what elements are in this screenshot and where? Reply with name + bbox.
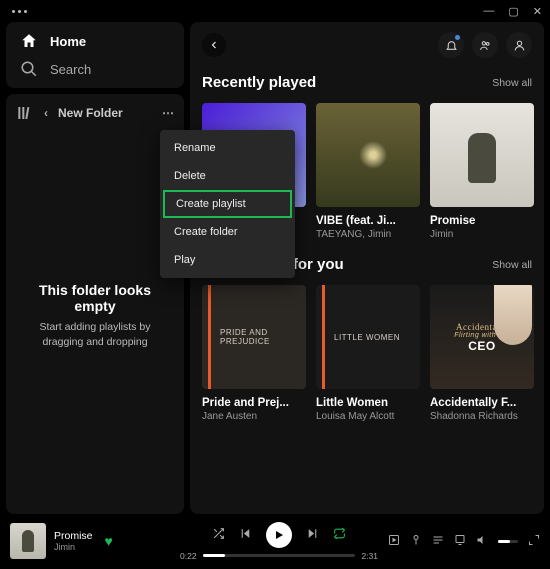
card-pride[interactable]: PRIDE AND PREJUDICE Pride and Prej... Ja… <box>202 285 306 422</box>
cover-littlewomen: LITTLE WOMEN <box>316 285 420 389</box>
like-button[interactable]: ♥ <box>105 533 113 549</box>
cover-ceo: Accidentally Flirting with the CEO <box>430 285 534 389</box>
empty-title: This folder looks empty <box>22 282 168 314</box>
friends-button[interactable] <box>472 32 498 58</box>
card-subtitle: Jane Austen <box>202 411 306 422</box>
player-bar: Promise Jimin ♥ 0:22 2:31 <box>0 514 550 568</box>
queue-button[interactable] <box>432 534 444 549</box>
shuffle-button[interactable] <box>212 527 225 543</box>
fullscreen-button[interactable] <box>528 534 540 549</box>
library-icon[interactable] <box>16 104 34 122</box>
notification-dot <box>455 35 460 40</box>
home-icon <box>20 32 38 50</box>
cover-pride: PRIDE AND PREJUDICE <box>202 285 306 389</box>
app-menu-dots[interactable] <box>8 10 27 13</box>
card-subtitle: TAEYANG, Jimin <box>316 229 420 240</box>
next-button[interactable] <box>306 527 319 543</box>
notifications-button[interactable] <box>438 32 464 58</box>
now-playing-cover[interactable] <box>10 523 46 559</box>
card-title: Accidentally F... <box>430 397 534 409</box>
card-littlewomen[interactable]: LITTLE WOMEN Little Women Louisa May Alc… <box>316 285 420 422</box>
card-title: Promise <box>430 215 534 227</box>
now-playing-view-button[interactable] <box>388 534 400 549</box>
ctx-create-playlist[interactable]: Create playlist <box>163 190 292 218</box>
card-vibe[interactable]: VIBE (feat. Ji... TAEYANG, Jimin <box>316 103 420 240</box>
section-recent-title[interactable]: Recently played <box>202 74 316 91</box>
ctx-rename[interactable]: Rename <box>160 134 295 162</box>
card-ceo[interactable]: Accidentally Flirting with the CEO Accid… <box>430 285 534 422</box>
now-playing-artist[interactable]: Jimin <box>54 542 93 552</box>
card-title: VIBE (feat. Ji... <box>316 215 420 227</box>
minimize-button[interactable]: — <box>483 5 494 17</box>
folder-more-icon[interactable]: ⋯ <box>162 106 174 120</box>
context-menu: Rename Delete Create playlist Create fol… <box>160 130 295 278</box>
back-button[interactable] <box>202 33 226 57</box>
nav-search[interactable]: Search <box>20 60 170 78</box>
ctx-create-folder[interactable]: Create folder <box>160 218 295 246</box>
ctx-play[interactable]: Play <box>160 246 295 274</box>
progress-bar[interactable] <box>203 554 356 557</box>
time-elapsed: 0:22 <box>180 551 197 561</box>
nav-home-label: Home <box>50 34 86 49</box>
volume-bar[interactable] <box>498 540 518 543</box>
lyrics-button[interactable] <box>410 534 422 549</box>
card-subtitle: Louisa May Alcott <box>316 411 420 422</box>
close-button[interactable]: ✕ <box>533 5 542 18</box>
time-duration: 2:31 <box>361 551 378 561</box>
repeat-button[interactable] <box>333 527 346 543</box>
ctx-delete[interactable]: Delete <box>160 162 295 190</box>
profile-button[interactable] <box>506 32 532 58</box>
folder-back-icon[interactable]: ‹ <box>44 106 48 120</box>
search-icon <box>20 60 38 78</box>
nav-search-label: Search <box>50 62 91 77</box>
section-audiobooks-showall[interactable]: Show all <box>492 259 532 271</box>
now-playing-title[interactable]: Promise <box>54 530 93 542</box>
card-promise[interactable]: Promise Jimin <box>430 103 534 240</box>
card-title: Little Women <box>316 397 420 409</box>
cover-promise <box>430 103 534 207</box>
empty-subtitle: Start adding playlists by dragging and d… <box>22 320 168 349</box>
nav-home[interactable]: Home <box>20 32 170 50</box>
card-title: Pride and Prej... <box>202 397 306 409</box>
folder-title[interactable]: New Folder <box>58 106 123 120</box>
volume-button[interactable] <box>476 534 488 549</box>
cover-vibe <box>316 103 420 207</box>
play-button[interactable] <box>266 522 292 548</box>
card-subtitle: Shadonna Richards <box>430 411 534 422</box>
devices-button[interactable] <box>454 534 466 549</box>
maximize-button[interactable]: ▢ <box>508 5 518 18</box>
section-recent-showall[interactable]: Show all <box>492 77 532 89</box>
previous-button[interactable] <box>239 527 252 543</box>
card-subtitle: Jimin <box>430 229 534 240</box>
